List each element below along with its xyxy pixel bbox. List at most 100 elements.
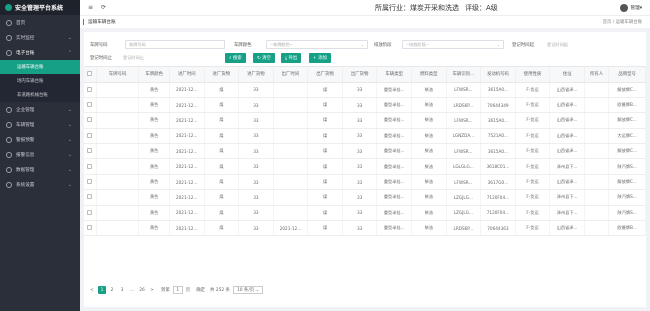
prev-page-button[interactable]: <	[88, 286, 96, 294]
next-page-button[interactable]: >	[148, 286, 156, 294]
select-all-cell[interactable]	[84, 67, 97, 83]
row-select-cell[interactable]	[84, 143, 97, 160]
table-cell: LZGJLG...	[446, 189, 482, 206]
table-cell: 欧曼牌B...	[608, 97, 646, 114]
page-button[interactable]: 3	[118, 286, 126, 294]
column-header[interactable]: 车牌号码	[96, 67, 140, 83]
select-all-checkbox[interactable]	[87, 70, 93, 76]
column-header[interactable]: 出厂时间	[273, 67, 309, 83]
reset-button[interactable]: ↻ 清空	[253, 53, 275, 63]
table-row[interactable]: 黄色 2021-12... 煤 33 煤 33 重型半挂... 柴油 LZGJLG... 7120…	[84, 205, 646, 222]
table-row[interactable]: 黄色 2021-12... 煤 33 煤 33 重型半挂... 柴油 LFWSR... 3615A…	[84, 112, 646, 129]
sidebar-item-ledger[interactable]: 电子台账 ⌃	[0, 45, 80, 60]
row-checkbox[interactable]	[87, 86, 93, 92]
emission-select[interactable]: --排放阶段--	[402, 40, 504, 49]
sidebar-subitem-machinery[interactable]: 非道路机械台账	[0, 88, 80, 102]
table-row[interactable]: 黄色 2021-12... 煤 33 煤 33 重型半挂... 柴油 LFWSR... 3615A…	[84, 82, 646, 98]
color-select[interactable]: --车牌颜色--	[266, 40, 368, 49]
industry-text: 所属行业：煤炭开采和洗选	[375, 3, 459, 12]
row-checkbox[interactable]	[87, 102, 93, 108]
table-row[interactable]: 黄色 2021-12... 煤 33 煤 33 重型半挂... 柴油 LRDS6P... 7064…	[84, 97, 646, 114]
table-cell: LGNZDA...	[446, 128, 482, 145]
row-checkbox[interactable]	[87, 179, 93, 185]
add-button[interactable]: + 添加	[309, 53, 331, 63]
column-header[interactable]: 使用性质	[515, 67, 551, 83]
page-button[interactable]: 1	[98, 286, 106, 294]
export-button[interactable]: ⤓ 导出	[281, 53, 302, 63]
plate-label: 车牌号码	[90, 42, 108, 48]
sidebar-item-monitor[interactable]: 实时监控 ⌄	[0, 30, 80, 45]
row-checkbox[interactable]	[87, 117, 93, 123]
table-row[interactable]: 黄色 2021-12... 煤 33 煤 33 重型半挂... 柴油 LFWSR... 3615A…	[84, 143, 646, 160]
column-header[interactable]: 车辆类型	[376, 67, 412, 83]
table-row[interactable]: 黄色 2021-12... 煤 33 煤 33 重型半挂... 柴油 LGNZDA... 7521…	[84, 128, 646, 145]
menu-toggle-icon[interactable]: ≡	[88, 4, 93, 11]
row-select-cell[interactable]	[84, 174, 97, 191]
column-header[interactable]: 燃料类型	[411, 67, 447, 83]
start-date-input[interactable]: 登记时间起	[544, 40, 639, 49]
column-header[interactable]: 车辆识别...	[446, 67, 482, 83]
table-cell: 2021-12...	[169, 174, 205, 191]
sidebar-item-settings[interactable]: 系统设置 ⌄	[0, 177, 80, 192]
sidebar-item-home[interactable]: 首页	[0, 15, 80, 30]
sidebar-subitem-factory[interactable]: 场内车辆台账	[0, 74, 80, 88]
row-select-cell[interactable]	[84, 82, 97, 98]
row-select-cell[interactable]	[84, 97, 97, 114]
table-cell: 重型半挂...	[376, 220, 412, 237]
row-select-cell[interactable]	[84, 189, 97, 206]
sidebar-item-report[interactable]: 报警信息 ⌄	[0, 147, 80, 162]
column-header[interactable]: 进厂时间	[169, 67, 205, 83]
row-checkbox[interactable]	[87, 163, 93, 169]
sidebar-item-company[interactable]: 企业管理 ⌄	[0, 102, 80, 117]
column-header[interactable]: 出厂货物	[307, 67, 343, 83]
refresh-icon[interactable]: ⟳	[101, 4, 106, 11]
goto-page-input[interactable]: 1	[172, 286, 183, 294]
page-size-select[interactable]: 10 条/页 ⌄	[232, 286, 264, 294]
search-button[interactable]: ⌕ 搜索	[225, 53, 246, 63]
rating-text: 评级：A级	[465, 3, 498, 12]
tab-transport-ledger[interactable]: 运输车辆台账	[83, 19, 116, 25]
row-select-cell[interactable]	[84, 112, 97, 129]
table-cell: F-货运	[515, 143, 551, 160]
table-header-row: 车牌号码 车牌颜色 进厂时间 进厂货物 进厂货物 出厂时间 出厂货物 出厂货物 …	[84, 67, 646, 83]
row-checkbox[interactable]	[87, 225, 93, 231]
goto-confirm-button[interactable]: 确定	[196, 287, 205, 293]
data-icon	[6, 166, 12, 173]
table-cell: 柴油	[411, 128, 447, 145]
table-cell: 2021-12...	[169, 158, 205, 175]
page-button[interactable]: 26	[138, 286, 146, 294]
row-checkbox[interactable]	[87, 132, 93, 138]
row-select-cell[interactable]	[84, 158, 97, 175]
sidebar-subitem-transport[interactable]: 运输车辆台账	[0, 60, 80, 74]
row-select-cell[interactable]	[84, 205, 97, 222]
sidebar-item-alarm[interactable]: 警报预警 ⌄	[0, 132, 80, 147]
column-header[interactable]: 品牌型号	[608, 67, 646, 83]
table-row[interactable]: 黄色 2021-12... 煤 33 2021-12... 煤 33 重型半挂... 柴油 LRD…	[84, 220, 646, 237]
end-date-input[interactable]: 登记时间止	[120, 53, 200, 62]
user-menu[interactable]: 管理▾	[619, 3, 642, 12]
table-row[interactable]: 黄色 2021-12... 煤 33 煤 33 重型半挂... 柴油 LFWSR... 3617G…	[84, 174, 646, 191]
sidebar-item-data[interactable]: 数据管理 ⌄	[0, 162, 80, 177]
table-row[interactable]: 黄色 2021-12... 煤 33 煤 33 重型半挂... 柴油 LZGJLG... 7120…	[84, 189, 646, 206]
page-button[interactable]: 2	[108, 286, 116, 294]
row-select-cell[interactable]	[84, 128, 97, 145]
column-header[interactable]: 车牌颜色	[138, 67, 170, 83]
row-checkbox[interactable]	[87, 209, 93, 215]
table-cell: 解放牌C...	[608, 112, 646, 129]
table-cell: LFWSR...	[446, 112, 482, 129]
column-header[interactable]: 进厂货物	[204, 67, 240, 83]
table-row[interactable]: 黄色 2021-12... 煤 33 煤 33 重型半挂... 柴油 LGLGLG... 3618…	[84, 158, 646, 175]
column-header[interactable]: 发动机号码	[480, 67, 516, 83]
row-checkbox[interactable]	[87, 194, 93, 200]
column-header[interactable]: 住址	[549, 67, 585, 83]
row-select-cell[interactable]	[84, 220, 97, 237]
plate-input[interactable]: 车牌号码	[125, 40, 225, 49]
table-cell: F-货运	[515, 82, 551, 98]
column-header[interactable]: 进厂货物	[238, 67, 274, 83]
row-checkbox[interactable]	[87, 148, 93, 154]
table-cell: 柴油	[411, 97, 447, 114]
column-header[interactable]: 所有人	[584, 67, 610, 83]
table-cell	[584, 189, 610, 206]
column-header[interactable]: 出厂货物	[342, 67, 378, 83]
sidebar-item-vehicle[interactable]: 车辆管理 ⌄	[0, 117, 80, 132]
